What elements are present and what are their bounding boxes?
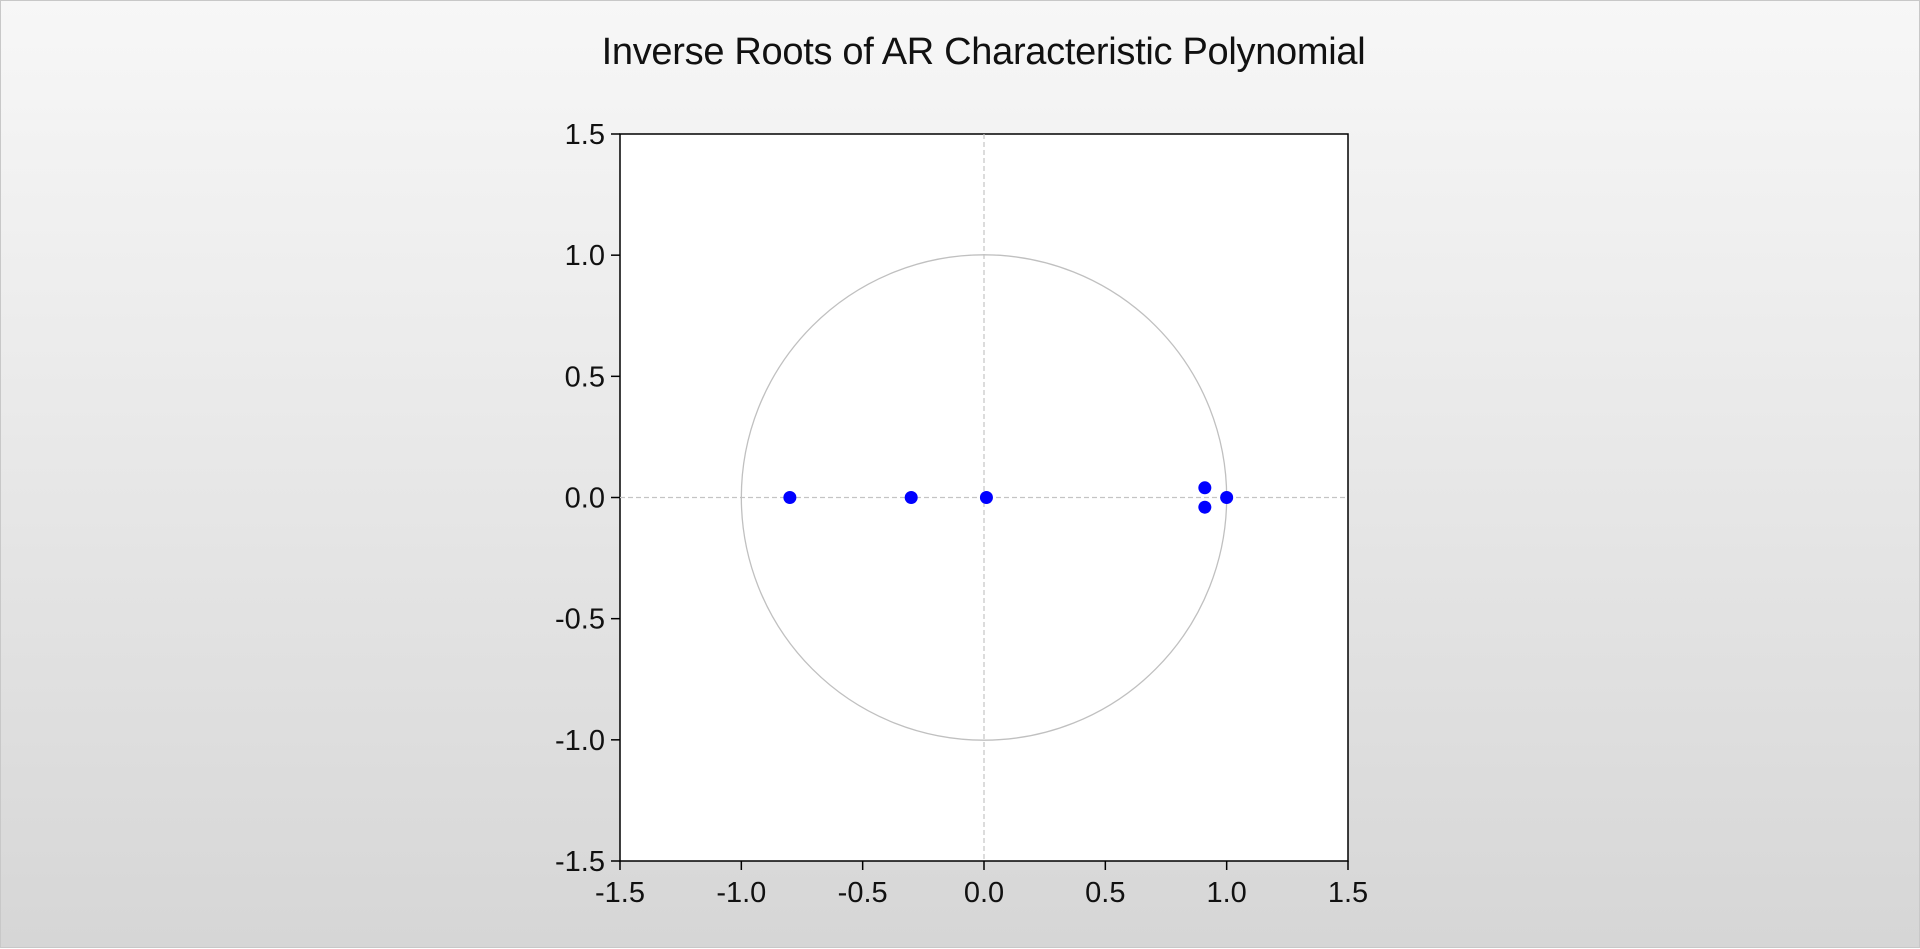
x-tick-label: -1.0	[716, 877, 766, 909]
root-point	[1220, 491, 1234, 504]
y-tick-label: 0.5	[565, 361, 605, 393]
scatter-plot: -1.5 -1.0 -0.5 0.0 0.5 1.0 1.5 1.5 1.0 0.5 0.0 -0.5…	[555, 119, 1368, 909]
y-tick-label: -1.0	[555, 725, 605, 757]
y-tick-label: 0.0	[565, 483, 605, 515]
x-tick-label: -1.5	[595, 877, 645, 909]
x-tick-label: -0.5	[838, 877, 888, 909]
y-tick-label: 1.0	[565, 240, 605, 272]
x-tick-label: 1.5	[1328, 877, 1368, 909]
x-tick-label: 0.5	[1085, 877, 1125, 909]
root-point	[904, 491, 918, 504]
root-point	[783, 491, 797, 504]
y-tick-label: -1.5	[555, 846, 605, 878]
root-point	[979, 491, 993, 504]
y-tick-label: 1.5	[565, 119, 605, 151]
root-point	[1198, 500, 1212, 514]
x-tick-label: 0.0	[964, 877, 1004, 909]
x-tick-label: 1.0	[1207, 877, 1247, 909]
root-point	[1198, 481, 1212, 495]
y-tick-label: -0.5	[555, 604, 605, 636]
chart-page: Inverse Roots of AR Characteristic Polyn…	[0, 0, 1920, 948]
